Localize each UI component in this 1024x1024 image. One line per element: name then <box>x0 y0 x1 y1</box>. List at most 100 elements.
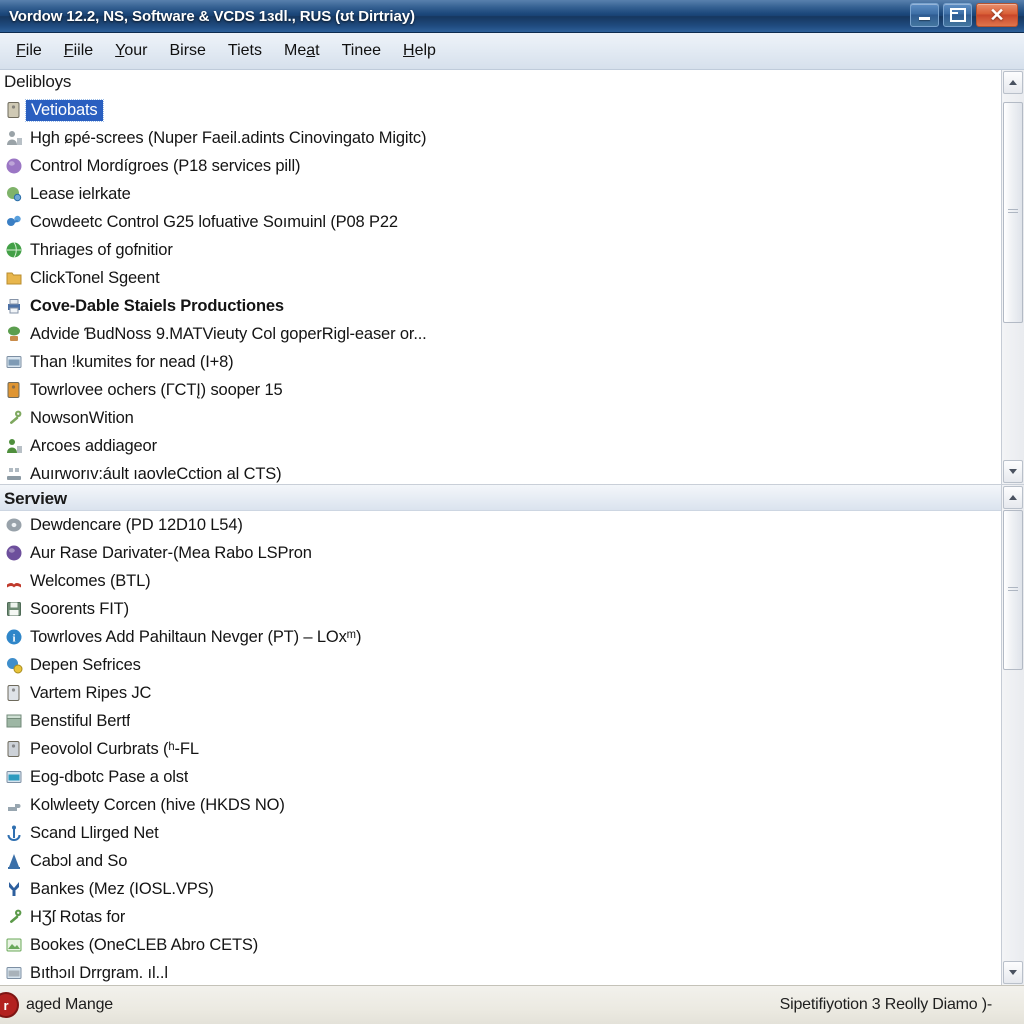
list-item[interactable]: Aur Rase Darivater-(Mea Rabo LSPron <box>0 539 1001 567</box>
list-item[interactable]: NowsonWition <box>0 404 1001 432</box>
globe-search-icon <box>5 185 23 203</box>
list-item[interactable]: Lease ielrkate <box>0 180 1001 208</box>
chevron-down-icon <box>1009 469 1017 474</box>
menu-item-file[interactable]: File <box>6 38 52 64</box>
list-item[interactable]: Eog-dbotc Pase a olst <box>0 763 1001 791</box>
person-green-icon <box>5 437 23 455</box>
list-item[interactable]: Hgh ɕpé-screes (Nuper Faeil.adints Cinov… <box>0 124 1001 152</box>
bottom-list-pane: Serview Dewdencare (PD 12D10 L54) Aur Ras… <box>0 485 1024 985</box>
list-item[interactable]: Depen Sefrices <box>0 651 1001 679</box>
list-item[interactable]: ClickTonel Sgeent <box>0 264 1001 292</box>
list-item[interactable]: Benstiful Bertf <box>0 707 1001 735</box>
scroll-track-bottom[interactable] <box>1003 510 1023 960</box>
list-item[interactable]: Bookes (OneCLEB Abro CETS) <box>0 931 1001 959</box>
list-item[interactable]: Arcoes addiageor <box>0 432 1001 460</box>
minimize-button[interactable] <box>910 3 939 27</box>
menu-item-fiile[interactable]: Fiile <box>54 38 103 64</box>
cyan-terminal-icon <box>5 768 23 786</box>
menu-item-your[interactable]: Your <box>105 38 157 64</box>
scroll-down-button-bottom[interactable] <box>1003 961 1023 984</box>
top-vertical-scrollbar[interactable] <box>1001 70 1024 484</box>
menu-item-label: Meat <box>284 42 320 59</box>
orange-note-icon <box>5 381 23 399</box>
bottom-list[interactable]: Serview Dewdencare (PD 12D10 L54) Aur Ras… <box>0 485 1001 985</box>
list-item-label: Aur Rase Darivater-(Mea Rabo LSPron <box>30 543 312 562</box>
menu-item-label: File <box>16 42 42 59</box>
printer-icon <box>5 297 23 315</box>
list-item-label: Bankes (Mez (IOSL.VPS) <box>30 879 214 898</box>
list-item[interactable]: Peovolol Curbrats (ʰ-FL <box>0 735 1001 763</box>
scroll-up-button-bottom[interactable] <box>1003 486 1023 509</box>
list-item-label: Welcomes (BTL) <box>30 571 151 590</box>
list-item[interactable]: Auırworıv:áult ıaovleCction al CTS) <box>0 460 1001 484</box>
status-left-group: r aged Mange <box>0 991 113 1019</box>
menu-item-label: Birse <box>169 42 206 59</box>
services-gear-icon <box>5 656 23 674</box>
status-left-text: aged Mange <box>26 996 113 1013</box>
scroll-thumb-bottom[interactable] <box>1003 510 1023 670</box>
scroll-down-button-top[interactable] <box>1003 460 1023 483</box>
list-item-label: HƷſ Rotas for <box>30 907 126 926</box>
gray-window-icon <box>5 964 23 982</box>
list-item[interactable]: Cove-Dable Staiels Productiones <box>0 292 1001 320</box>
bottom-vertical-scrollbar[interactable] <box>1001 485 1024 985</box>
plant-green-icon <box>5 325 23 343</box>
green-image-icon <box>5 936 23 954</box>
chevron-down-icon <box>1009 970 1017 975</box>
svg-text:r: r <box>3 998 8 1013</box>
top-list-pane: Delibloys Vetiobats Hgh ɕpé-screes (Nuper… <box>0 70 1024 485</box>
list-item[interactable]: Cowdeetc Control G25 lofuative Soımuinl … <box>0 208 1001 236</box>
list-item[interactable]: Vetiobats <box>0 96 1001 124</box>
scroll-track-top[interactable] <box>1003 95 1023 459</box>
list-item[interactable]: Bıthɔıl Drrgram. ıl..l <box>0 959 1001 985</box>
list-item-label: Benstiful Bertf <box>30 711 131 730</box>
gray-faucet-icon <box>5 796 23 814</box>
list-item-label: Vartem Ripes JC <box>30 683 152 702</box>
top-list[interactable]: Delibloys Vetiobats Hgh ɕpé-screes (Nuper… <box>0 70 1001 484</box>
document-lock-icon <box>5 101 23 119</box>
list-item[interactable]: Than !kumites for nead (I+8) <box>0 348 1001 376</box>
menu-item-tinee[interactable]: Tinee <box>332 38 391 64</box>
list-item[interactable]: Welcomes (BTL) <box>0 567 1001 595</box>
list-item-label: Soorents FIT) <box>30 599 129 618</box>
list-item-label: Control Mordígroes (P18 services pill) <box>30 156 301 175</box>
list-item[interactable]: Kolwleety Corcen (hive (HKDS NO) <box>0 791 1001 819</box>
list-item-label: ClickTonel Sgeent <box>30 268 160 287</box>
list-item-label: Hgh ɕpé-screes (Nuper Faeil.adints Cinov… <box>30 128 427 147</box>
list-item[interactable]: Cabɔl and So <box>0 847 1001 875</box>
scroll-thumb-top[interactable] <box>1003 102 1023 323</box>
close-button[interactable]: ✕ <box>976 3 1018 27</box>
list-item[interactable]: Advide ƁudNoss 9.MATVieuty Col goperRigl… <box>0 320 1001 348</box>
gray-disc-icon <box>5 516 23 534</box>
chevron-up-icon <box>1009 495 1017 500</box>
network-gray-icon <box>5 465 23 483</box>
list-item[interactable]: Bankes (Mez (IOSL.VPS) <box>0 875 1001 903</box>
menu-item-meat[interactable]: Meat <box>274 38 330 64</box>
content-area: Delibloys Vetiobats Hgh ɕpé-screes (Nuper… <box>0 70 1024 985</box>
green-globe-icon <box>5 241 23 259</box>
list-item[interactable]: Soorents FIT) <box>0 595 1001 623</box>
list-item[interactable]: Towrlovee ochers (ГCTĮ) sooper 15 <box>0 376 1001 404</box>
menu-item-birse[interactable]: Birse <box>159 38 215 64</box>
list-item-label: Towrloves Add Pahiltaun Nevger (PT) – LO… <box>30 627 362 646</box>
application-window: Vordow 12.2, NS, Software & VCDS 1ɜdl., … <box>0 0 1024 1024</box>
blue-link-icon <box>5 213 23 231</box>
list-item[interactable]: Scand Llirged Net <box>0 819 1001 847</box>
list-item-label: Arcoes addiageor <box>30 436 157 455</box>
menu-item-tiets[interactable]: Tiets <box>218 38 272 64</box>
menu-item-label: Tinee <box>341 42 382 59</box>
status-right-text: Sipetifiyotion 3 Reolly Diamo )- <box>779 996 993 1013</box>
restore-button[interactable] <box>943 3 972 27</box>
list-item-label: Advide ƁudNoss 9.MATVieuty Col goperRigl… <box>30 324 427 343</box>
list-item-label: Peovolol Curbrats (ʰ-FL <box>30 739 199 758</box>
archive-box-icon <box>5 712 23 730</box>
menu-item-help[interactable]: Help <box>393 38 446 64</box>
list-item[interactable]: Control Mordígroes (P18 services pill) <box>0 152 1001 180</box>
list-item[interactable]: Thriages of gofnitior <box>0 236 1001 264</box>
scroll-up-button-top[interactable] <box>1003 71 1023 94</box>
list-item[interactable]: i Towrloves Add Pahiltaun Nevger (PT) – L… <box>0 623 1001 651</box>
save-disk-icon <box>5 600 23 618</box>
list-item[interactable]: Vartem Ripes JC <box>0 679 1001 707</box>
list-item[interactable]: HƷſ Rotas for <box>0 903 1001 931</box>
list-item[interactable]: Dewdencare (PD 12D10 L54) <box>0 511 1001 539</box>
